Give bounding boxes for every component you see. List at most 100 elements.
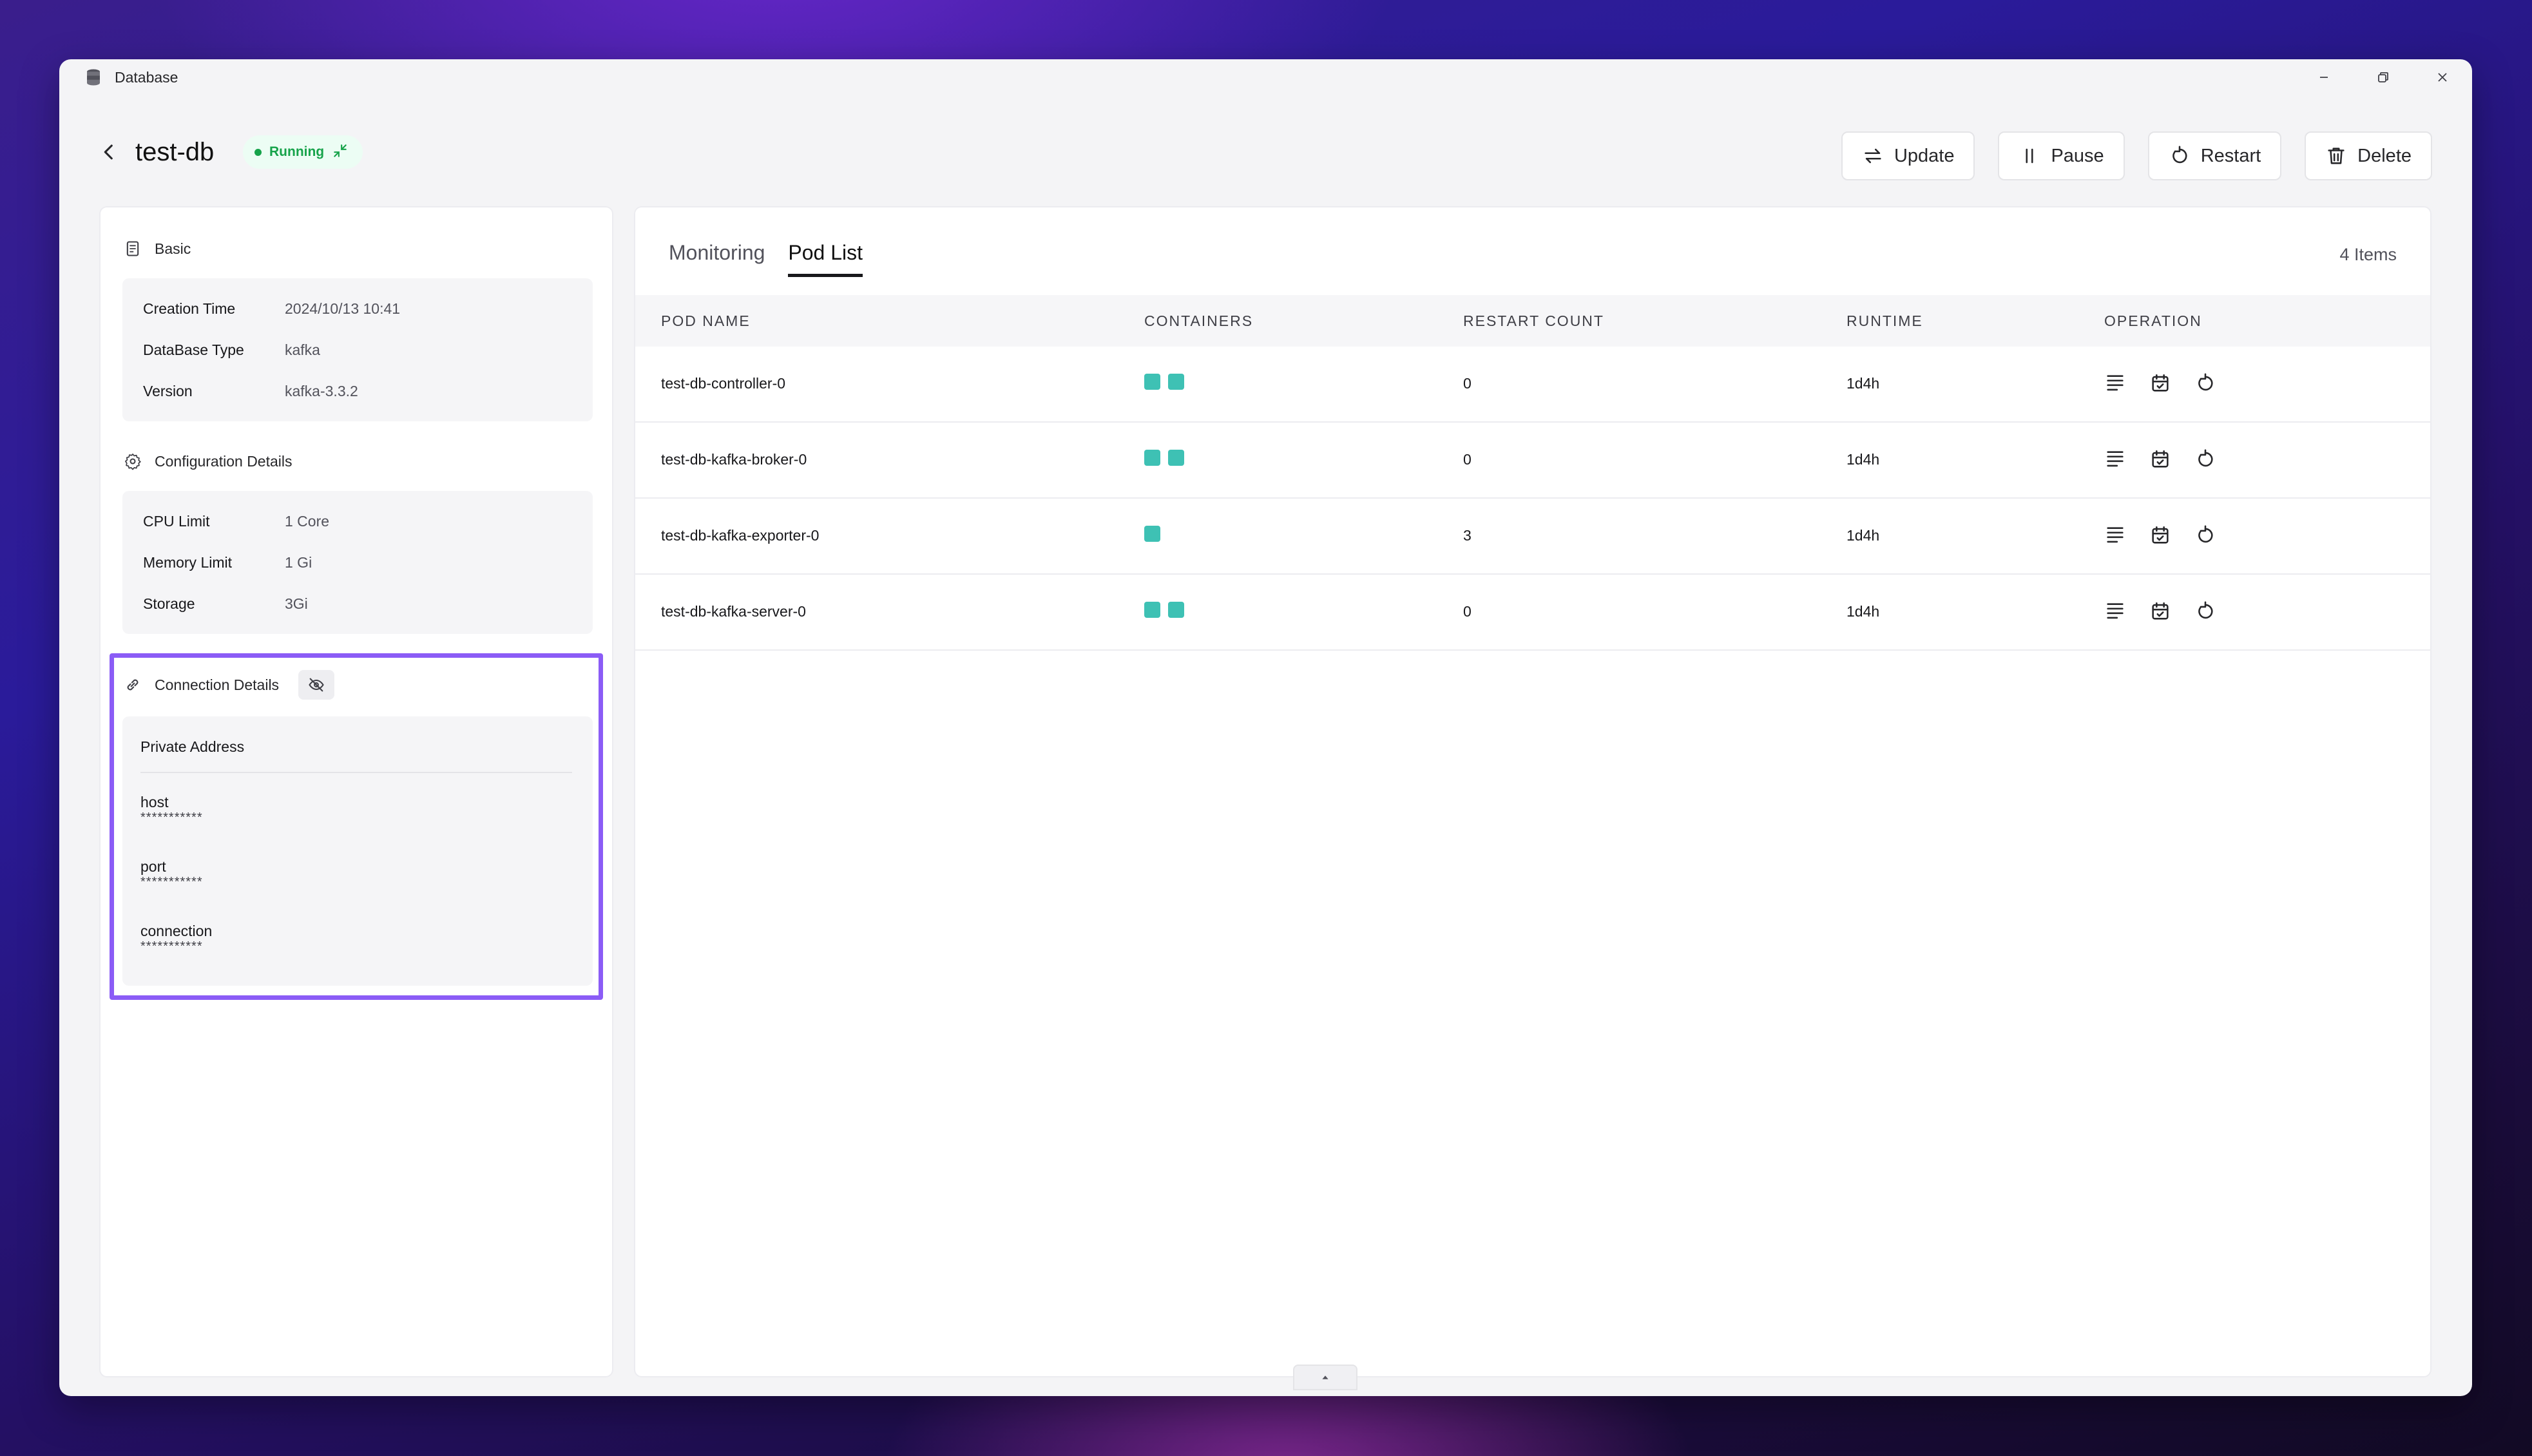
events-calendar-icon[interactable] [2149,372,2171,394]
basic-card: Creation Time 2024/10/13 10:41 DataBase T… [122,278,593,421]
container-status-chip[interactable] [1144,602,1160,618]
masked-value[interactable]: *********** [140,940,212,953]
events-calendar-icon[interactable] [2149,448,2171,470]
title-bar: Database [59,59,2472,95]
database-icon [84,68,103,87]
logs-icon[interactable] [2104,524,2126,546]
container-status-chip[interactable] [1168,450,1184,466]
restart-count: 0 [1463,603,1472,620]
restore-icon[interactable] [2373,67,2393,88]
pod-name: test-db-controller-0 [661,375,786,392]
column-header: RUNTIME [1846,312,1923,329]
private-address-label: Private Address [140,738,245,755]
gear-icon [125,454,141,470]
expand-handle[interactable] [1293,1365,1357,1390]
pod-name: test-db-kafka-exporter-0 [661,527,820,544]
basic-row: Version kafka-3.3.2 [143,383,358,399]
status-badge: Running [243,135,363,169]
connection-title: Connection Details [155,676,280,693]
column-header: RESTART COUNT [1463,312,1604,329]
status-dot [254,148,262,156]
tab-pod-list[interactable]: Pod List [788,241,863,277]
masked-value[interactable]: *********** [140,876,203,888]
connection-card: Private Address host *********** port **… [122,716,593,986]
config-title: Configuration Details [155,452,293,470]
masked-value[interactable]: *********** [140,811,203,824]
minimize-icon[interactable] [2314,67,2334,88]
config-section-header: Configuration Details [124,452,293,470]
config-card: CPU Limit 1 Core Memory Limit 1 Gi Storage… [122,491,593,634]
shrink-icon[interactable] [332,142,349,162]
pod-name: test-db-kafka-server-0 [661,603,806,620]
delete-label: Delete [2357,145,2412,166]
window-title: Database [115,68,178,86]
logs-icon[interactable] [2104,448,2126,470]
connection-section-header: Connection Details [124,670,335,700]
operations-cell [2104,600,2216,622]
tab-monitoring[interactable]: Monitoring [669,241,765,277]
container-status-chip[interactable] [1144,450,1160,466]
events-calendar-icon[interactable] [2149,600,2171,622]
runtime: 1d4h [1846,375,1880,392]
hide-secrets-button[interactable] [298,670,335,700]
table-row[interactable]: test-db-kafka-exporter-0 3 1d4h [635,499,2430,575]
basic-row: Creation Time 2024/10/13 10:41 [143,300,401,317]
container-status-chip[interactable] [1144,526,1160,542]
table-row[interactable]: test-db-kafka-server-0 0 1d4h [635,575,2430,651]
table-row[interactable]: test-db-kafka-broker-0 0 1d4h [635,423,2430,499]
restart-pod-icon[interactable] [2194,600,2216,622]
basic-title: Basic [155,240,191,257]
table-header: POD NAME CONTAINERS RESTART COUNT RUNTIM… [635,295,2430,347]
runtime: 1d4h [1846,451,1880,468]
container-status-chip[interactable] [1144,374,1160,390]
container-status-chip[interactable] [1168,374,1184,390]
restart-pod-icon[interactable] [2194,372,2216,394]
config-row: Memory Limit 1 Gi [143,554,312,571]
operations-cell [2104,448,2216,470]
caret-up-icon [1322,1375,1328,1379]
column-header: POD NAME [661,312,751,329]
logs-icon[interactable] [2104,600,2126,622]
table-row[interactable]: test-db-controller-0 0 1d4h [635,347,2430,423]
pause-icon [2026,148,2033,164]
operations-cell [2104,372,2216,394]
column-header: OPERATION [2104,312,2202,329]
restart-count: 0 [1463,451,1472,468]
update-label: Update [1894,145,1955,166]
app-window: Database test-db Running Update Pause Re… [59,59,2472,1396]
restart-pod-icon[interactable] [2194,448,2216,470]
details-panel: Basic Creation Time 2024/10/13 10:41 Data… [99,206,613,1377]
containers-cell [1144,448,1192,466]
events-calendar-icon[interactable] [2149,524,2171,546]
page-title: test-db [135,138,215,166]
page-header: test-db Running Update Pause Restart Del… [59,124,2472,188]
runtime: 1d4h [1846,603,1880,620]
status-label: Running [269,144,325,159]
pause-label: Pause [2051,145,2104,166]
containers-cell [1144,524,1168,542]
basic-section-header: Basic [124,240,191,258]
restart-label: Restart [2200,145,2261,166]
basic-row: DataBase Type kafka [143,341,320,358]
restart-pod-icon[interactable] [2194,524,2216,546]
config-row: Storage 3Gi [143,595,308,612]
pods-panel: Monitoring Pod List 4 Items POD NAME CON… [634,206,2431,1377]
update-button[interactable]: Update [1841,131,1975,180]
container-status-chip[interactable] [1168,602,1184,618]
pause-button[interactable]: Pause [1998,131,2125,180]
column-header: CONTAINERS [1144,312,1254,329]
back-icon[interactable] [95,138,123,166]
delete-button[interactable]: Delete [2305,131,2432,180]
restart-count: 3 [1463,527,1472,544]
containers-cell [1144,600,1192,618]
runtime: 1d4h [1846,527,1880,544]
restart-icon [2172,146,2187,164]
logs-icon[interactable] [2104,372,2126,394]
restart-button[interactable]: Restart [2147,131,2282,180]
document-icon [126,241,139,256]
restart-count: 0 [1463,375,1472,392]
divider [140,772,572,773]
close-icon[interactable] [2432,67,2453,88]
connection-field: port *********** [140,858,203,889]
item-count: 4 Items [2339,245,2397,264]
